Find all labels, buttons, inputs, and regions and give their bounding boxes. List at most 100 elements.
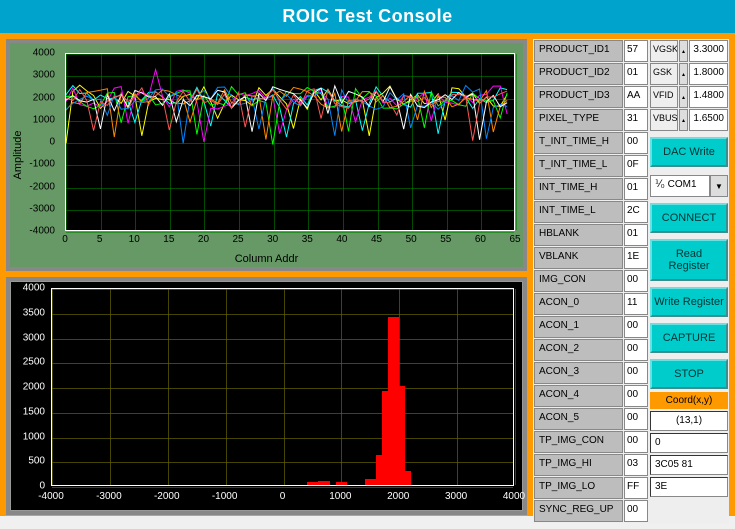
register-row: ACON_100: [534, 316, 648, 338]
register-value[interactable]: AA: [624, 86, 648, 108]
register-row: VBLANK1E: [534, 247, 648, 269]
register-value[interactable]: 2C: [624, 201, 648, 223]
x-tick: 20: [198, 234, 209, 245]
x-tick: 1000: [329, 491, 351, 502]
register-label: ACON_4: [534, 385, 623, 407]
register-label: SYNC_REG_UP: [534, 500, 623, 522]
y-tick: 0: [10, 137, 55, 148]
voltage-value[interactable]: 1.8000: [689, 63, 728, 85]
register-value[interactable]: 00: [624, 270, 648, 292]
control-panel: PRODUCT_ID157PRODUCT_ID201PRODUCT_ID3AAP…: [533, 39, 729, 523]
register-row: IMG_CON00: [534, 270, 648, 292]
y-tick: -1000: [10, 159, 55, 170]
x-tick: 3000: [445, 491, 467, 502]
y-tick: -3000: [10, 203, 55, 214]
register-label: T_INT_TIME_L: [534, 155, 623, 177]
voltage-row: VBUS▴1.6500: [650, 109, 728, 131]
register-label: IMG_CON: [534, 270, 623, 292]
histogram-bar: [365, 479, 377, 485]
x-tick: 60: [475, 234, 486, 245]
register-value[interactable]: 00: [624, 385, 648, 407]
register-value[interactable]: 57: [624, 40, 648, 62]
register-row: PRODUCT_ID201: [534, 63, 648, 85]
x-tick: -3000: [96, 491, 122, 502]
voltage-value[interactable]: 1.4800: [689, 86, 728, 108]
register-label: TP_IMG_HI: [534, 454, 623, 476]
register-label: TP_IMG_LO: [534, 477, 623, 499]
x-tick: 0: [280, 491, 286, 502]
capture-button[interactable]: CAPTURE: [650, 323, 728, 353]
register-row: ACON_500: [534, 408, 648, 430]
y-tick: 0: [11, 481, 45, 492]
spin-up-icon[interactable]: ▴: [679, 109, 689, 131]
output-field1[interactable]: 0: [650, 433, 728, 453]
register-label: ACON_2: [534, 339, 623, 361]
register-value[interactable]: 01: [624, 224, 648, 246]
histogram-bar: [307, 482, 319, 485]
register-row: T_INT_TIME_H00: [534, 132, 648, 154]
histogram-chart: 05001000150020002500300035004000-4000-30…: [10, 281, 523, 511]
register-row: PIXEL_TYPE31: [534, 109, 648, 131]
output-field2[interactable]: 3C05 81: [650, 455, 728, 475]
stop-button[interactable]: STOP: [650, 359, 728, 389]
y-tick: 1000: [10, 114, 55, 125]
y-tick: 2000: [10, 92, 55, 103]
register-value[interactable]: 01: [624, 178, 648, 200]
histogram-bar: [336, 482, 348, 485]
histogram-bar: [393, 386, 405, 485]
com-port-select[interactable]: ⅟₀ COM1▼: [650, 175, 728, 197]
register-value[interactable]: 00: [624, 431, 648, 453]
y-tick: 4000: [11, 283, 45, 294]
voltage-value[interactable]: 3.3000: [689, 40, 728, 62]
coord-value: (13,1): [650, 411, 728, 431]
register-value[interactable]: 00: [624, 132, 648, 154]
register-row: SYNC_REG_UP00: [534, 500, 648, 522]
register-value[interactable]: 00: [624, 362, 648, 384]
x-tick: 10: [129, 234, 140, 245]
title-bar: ROIC Test Console: [0, 0, 735, 33]
connect-button[interactable]: CONNECT: [650, 203, 728, 233]
y-tick: 1500: [11, 406, 45, 417]
coord-label: Coord(x,y): [650, 392, 728, 409]
voltage-row: GSK▴1.8000: [650, 63, 728, 85]
register-label: TP_IMG_CON: [534, 431, 623, 453]
register-value[interactable]: 00: [624, 339, 648, 361]
register-value[interactable]: 01: [624, 63, 648, 85]
x-tick: 35: [302, 234, 313, 245]
register-row: ACON_200: [534, 339, 648, 361]
spin-up-icon[interactable]: ▴: [679, 40, 689, 62]
register-value[interactable]: 03: [624, 454, 648, 476]
register-value[interactable]: 31: [624, 109, 648, 131]
write-button[interactable]: Write Register: [650, 287, 728, 317]
voltage-label: VFID: [650, 86, 678, 108]
register-label: ACON_0: [534, 293, 623, 315]
register-value[interactable]: 1E: [624, 247, 648, 269]
output-field3[interactable]: 3E: [650, 477, 728, 497]
register-value[interactable]: 00: [624, 500, 648, 522]
spin-up-icon[interactable]: ▴: [679, 86, 689, 108]
dac-button[interactable]: DAC Write: [650, 137, 728, 167]
voltage-value[interactable]: 1.6500: [689, 109, 728, 131]
read-button[interactable]: Read Register: [650, 239, 728, 281]
y-tick: 2000: [11, 382, 45, 393]
x-tick: -1000: [212, 491, 238, 502]
register-row: INT_TIME_H01: [534, 178, 648, 200]
register-value[interactable]: 00: [624, 316, 648, 338]
y-tick: 3500: [11, 307, 45, 318]
y-tick: -4000: [10, 226, 55, 237]
register-value[interactable]: 11: [624, 293, 648, 315]
dropdown-icon[interactable]: ▼: [710, 175, 728, 197]
histogram-bar: [318, 481, 330, 485]
app-window: ROIC Test Console Amplitude Column Addr …: [0, 0, 735, 516]
register-label: T_INT_TIME_H: [534, 132, 623, 154]
register-label: ACON_3: [534, 362, 623, 384]
register-row: TP_IMG_LOFF: [534, 477, 648, 499]
register-value[interactable]: 00: [624, 408, 648, 430]
spin-up-icon[interactable]: ▴: [679, 63, 689, 85]
y-tick: 3000: [11, 332, 45, 343]
register-row: ACON_400: [534, 385, 648, 407]
register-value[interactable]: FF: [624, 477, 648, 499]
register-value[interactable]: 0F: [624, 155, 648, 177]
x-tick: 65: [509, 234, 520, 245]
y-tick: 4000: [10, 48, 55, 59]
